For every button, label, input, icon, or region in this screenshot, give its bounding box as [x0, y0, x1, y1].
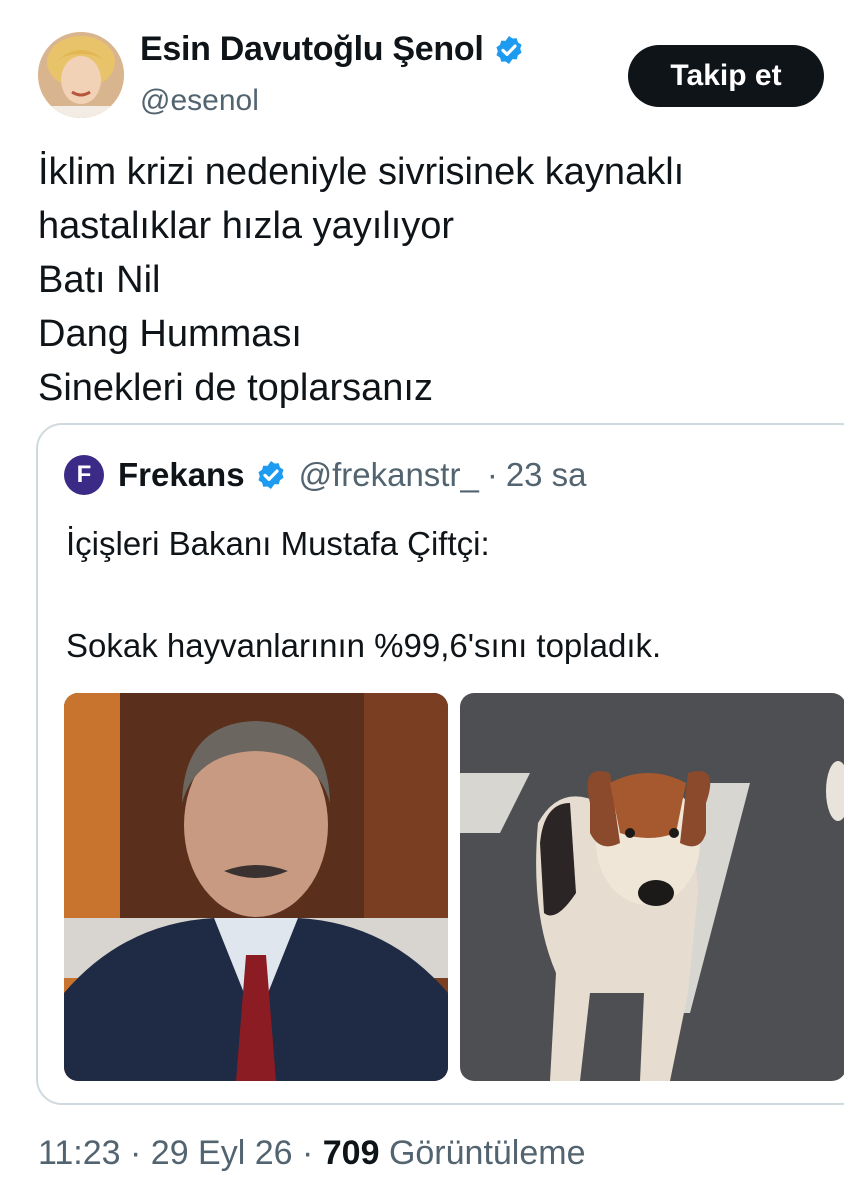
- view-count: 709: [322, 1134, 380, 1172]
- views-label: Görüntüleme: [379, 1134, 586, 1172]
- follow-button[interactable]: Takip et: [628, 45, 824, 107]
- quoted-separator: ·: [486, 456, 498, 493]
- street-dog-photo-icon: [460, 693, 844, 1081]
- author-name[interactable]: Esin Davutoğlu Şenol: [140, 30, 484, 69]
- author-handle[interactable]: @esenol: [140, 84, 259, 118]
- author-name-row[interactable]: Esin Davutoğlu Şenol: [140, 30, 525, 69]
- quoted-text-line: İçişleri Bakanı Mustafa Çiftçi:: [66, 525, 490, 562]
- verified-badge-icon: [258, 461, 284, 489]
- tweet-line: Dang Humması: [38, 313, 302, 355]
- meta-separator: ·: [120, 1134, 151, 1172]
- quoted-author-handle[interactable]: @frekanstr_: [299, 456, 479, 494]
- frekans-logo-icon: F: [64, 455, 104, 495]
- tweet-line: Sinekleri de toplarsanız: [38, 367, 433, 409]
- man-in-suit-photo-icon: [64, 693, 448, 1081]
- tweet-time[interactable]: 11:23: [38, 1134, 121, 1172]
- quoted-header: F Frekans @frekanstr_ · 23 sa: [64, 455, 587, 495]
- profile-photo-icon: [38, 32, 124, 118]
- man-in-suit-photo[interactable]: [64, 693, 448, 1081]
- tweet-meta: 11:23 · 29 Eyl 26 · 709 Görüntüleme: [38, 1134, 586, 1173]
- quoted-text-line: Sokak hayvanlarının %99,6'sını topladık.: [66, 627, 662, 664]
- verified-badge-icon: [496, 35, 523, 64]
- tweet-line: Batı Nil: [38, 259, 161, 301]
- tweet-line: İklim krizi nedeniyle sivrisinek kaynakl…: [38, 151, 685, 193]
- tweet-text: İklim krizi nedeniyle sivrisinek kaynakl…: [38, 145, 828, 415]
- author-avatar[interactable]: [38, 32, 124, 118]
- quoted-author-name[interactable]: Frekans: [118, 456, 245, 494]
- street-dog-photo[interactable]: [460, 693, 844, 1081]
- tweet-date[interactable]: 29 Eyl 26: [151, 1134, 293, 1172]
- quoted-tweet-card[interactable]: F Frekans @frekanstr_ · 23 sa İçişleri B…: [36, 423, 844, 1105]
- quoted-timestamp[interactable]: 23 sa: [506, 456, 587, 494]
- tweet-line: hastalıklar hızla yayılıyor: [38, 205, 455, 247]
- meta-separator: ·: [292, 1134, 323, 1172]
